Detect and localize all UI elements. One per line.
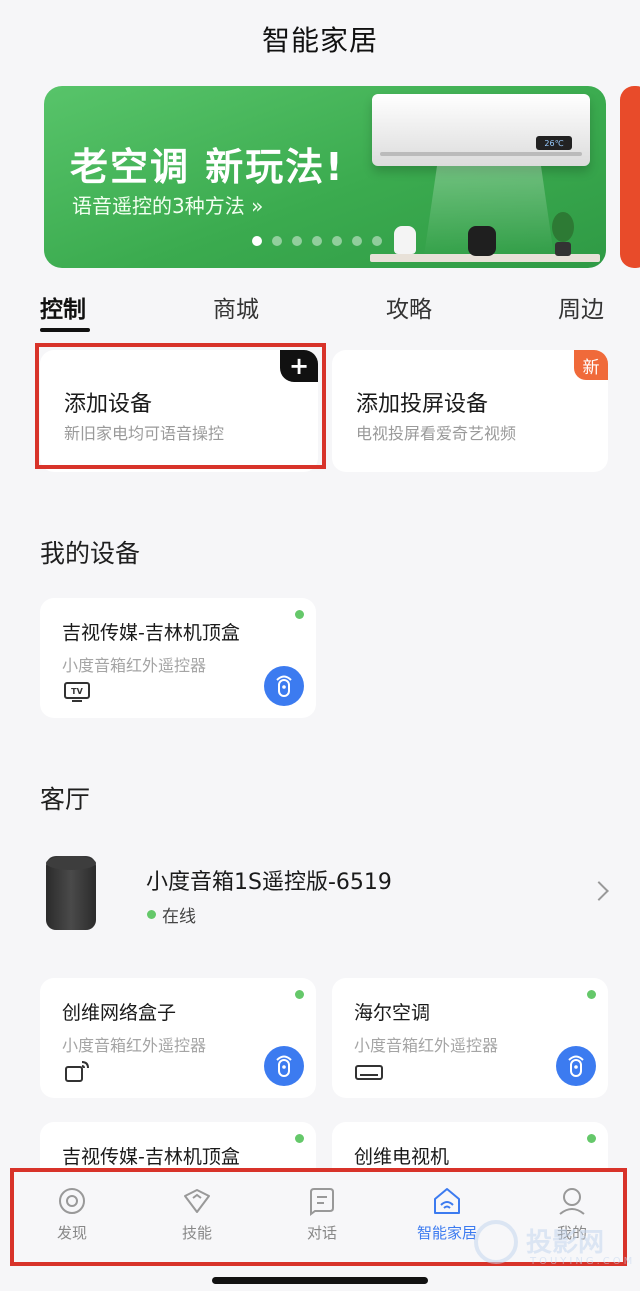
device-card[interactable]: 吉视传媒-吉林机顶盒 小度音箱红外遥控器 TV <box>40 598 316 718</box>
remote-icon <box>276 675 292 697</box>
online-status-dot <box>587 1134 596 1143</box>
device-type: 小度音箱红外遥控器 <box>354 1036 499 1055</box>
online-status-dot <box>295 1134 304 1143</box>
add-screen-device-subtitle: 电视投屏看爱奇艺视频 <box>356 424 517 443</box>
my-devices-title: 我的设备 <box>40 539 141 568</box>
device-name: 海尔空调 <box>354 1002 431 1024</box>
online-status-dot <box>295 990 304 999</box>
carousel-dot[interactable] <box>352 236 362 246</box>
device-card[interactable]: 创维网络盒子 小度音箱红外遥控器 <box>40 978 316 1098</box>
speaker-name: 小度音箱1S遥控版-6519 <box>146 870 392 895</box>
promo-banner[interactable]: 26℃ 老空调 新玩法! 语音遥控的3种方法 » <box>44 86 606 268</box>
device-type: 小度音箱红外遥控器 <box>62 656 207 675</box>
next-banner-peek[interactable] <box>620 86 640 268</box>
online-status-dot <box>147 910 156 919</box>
home-indicator[interactable] <box>212 1277 428 1284</box>
remote-control-button[interactable] <box>264 666 304 706</box>
device-name: 吉视传媒-吉林机顶盒 <box>62 622 240 644</box>
air-conditioner-icon <box>355 1065 383 1080</box>
banner-subtitle[interactable]: 语音遥控的3种方法 » <box>72 190 263 219</box>
plant-graphic <box>552 212 574 256</box>
ac-temperature-display: 26℃ <box>536 136 572 150</box>
carousel-dot[interactable] <box>372 236 382 246</box>
tv-icon: TV <box>64 682 90 702</box>
device-name: 吉视传媒-吉林机顶盒 <box>62 1146 240 1168</box>
page-title: 智能家居 <box>261 24 378 57</box>
speaker-row[interactable]: 小度音箱1S遥控版-6519 在线 <box>0 840 640 950</box>
speaker-status: 在线 <box>162 907 196 927</box>
remote-icon <box>276 1055 292 1077</box>
carousel-dot[interactable] <box>252 236 262 246</box>
online-status-dot <box>587 990 596 999</box>
new-badge: 新 <box>574 350 608 380</box>
speaker-graphic <box>468 226 496 256</box>
add-screen-device-title: 添加投屏设备 <box>356 392 489 417</box>
living-room-title: 客厅 <box>40 785 91 814</box>
svg-text:TV: TV <box>71 687 83 696</box>
carousel-dot[interactable] <box>292 236 302 246</box>
online-status-dot <box>295 610 304 619</box>
chevron-right-icon[interactable] <box>589 881 609 901</box>
remote-control-button[interactable] <box>556 1046 596 1086</box>
device-name: 创维电视机 <box>354 1146 450 1168</box>
banner-title: 老空调 新玩法! <box>70 145 345 189</box>
device-card[interactable]: 海尔空调 小度音箱红外遥控器 <box>332 978 608 1098</box>
device-type: 小度音箱红外遥控器 <box>62 1036 207 1055</box>
highlight-frame-add-device <box>35 343 326 469</box>
add-screen-device-card[interactable]: 添加投屏设备 电视投屏看爱奇艺视频 新 <box>332 350 608 472</box>
header: 智能家居 <box>0 0 640 78</box>
vase-graphic <box>394 226 416 254</box>
device-name: 创维网络盒子 <box>62 1002 177 1024</box>
carousel-dot[interactable] <box>272 236 282 246</box>
remote-control-button[interactable] <box>264 1046 304 1086</box>
tab-accessories[interactable]: 周边 <box>558 290 604 324</box>
carousel-indicator <box>252 236 382 246</box>
smart-speaker-image <box>46 856 96 930</box>
tab-guides[interactable]: 攻略 <box>386 290 432 324</box>
watermark-logo: 投影网 TOUYING.COM <box>470 1216 632 1272</box>
tab-shop[interactable]: 商城 <box>213 290 259 324</box>
carousel-dot[interactable] <box>332 236 342 246</box>
remote-icon <box>568 1055 584 1077</box>
network-box-icon <box>65 1061 89 1082</box>
active-tab-indicator <box>40 328 90 332</box>
tab-control[interactable]: 控制 <box>40 290 86 324</box>
air-conditioner-image: 26℃ <box>372 94 590 166</box>
category-tabs: 控制 商城 攻略 周边 <box>0 290 640 334</box>
carousel-dot[interactable] <box>312 236 322 246</box>
